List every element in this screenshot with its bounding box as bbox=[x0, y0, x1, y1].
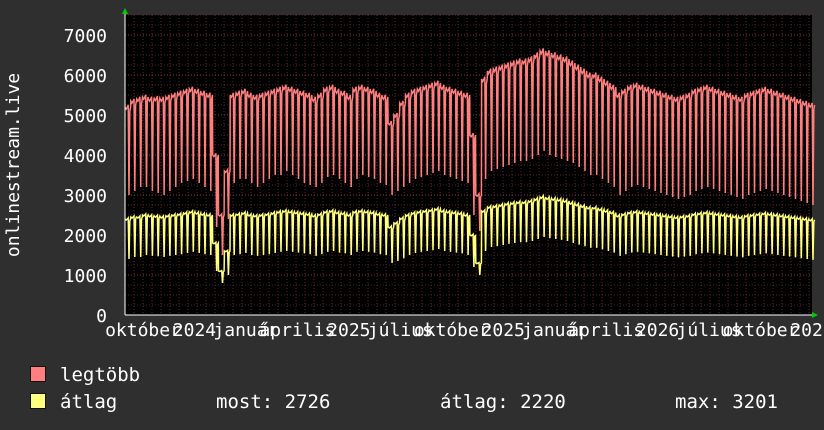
y-axis-arrow bbox=[122, 8, 128, 14]
y-tick-label: 6000 bbox=[64, 66, 107, 87]
x-tick-label: április bbox=[259, 320, 335, 341]
legend-swatch-avg bbox=[30, 393, 46, 409]
y-tick-label: 4000 bbox=[64, 146, 107, 167]
y-tick-label: 5000 bbox=[64, 106, 107, 127]
x-tick-label: 2024 bbox=[173, 320, 216, 341]
x-tick-label: 2025 bbox=[482, 320, 525, 341]
stat-max: max: 3201 bbox=[675, 391, 778, 413]
legend-label-max: legtöbb bbox=[60, 364, 141, 386]
y-tick-label: 7000 bbox=[64, 26, 107, 47]
x-tick-label: április bbox=[568, 320, 644, 341]
x-tick-label: október bbox=[723, 320, 799, 341]
x-tick-label: október bbox=[105, 320, 181, 341]
y-axis-label: onlinestream.live bbox=[3, 73, 24, 257]
y-tick-label: 1000 bbox=[64, 266, 107, 287]
y-tick-label: 3000 bbox=[64, 186, 107, 207]
stat-average: átlag: 2220 bbox=[440, 391, 566, 413]
x-tick-label: 2026 bbox=[790, 320, 824, 341]
x-tick-label: 2025 bbox=[327, 320, 370, 341]
y-tick-labels: 01000200030004000500060007000 bbox=[64, 26, 107, 327]
x-axis-arrow bbox=[812, 312, 818, 318]
legend-swatch-max bbox=[30, 366, 46, 382]
legend-label-avg: átlag bbox=[60, 391, 118, 413]
y-tick-label: 2000 bbox=[64, 226, 107, 247]
x-tick-labels: október2024januáráprilis2025júliusoktóbe… bbox=[105, 320, 824, 341]
x-tick-label: 2026 bbox=[636, 320, 679, 341]
x-tick-label: október bbox=[414, 320, 490, 341]
stat-now: most: 2726 bbox=[216, 391, 331, 413]
